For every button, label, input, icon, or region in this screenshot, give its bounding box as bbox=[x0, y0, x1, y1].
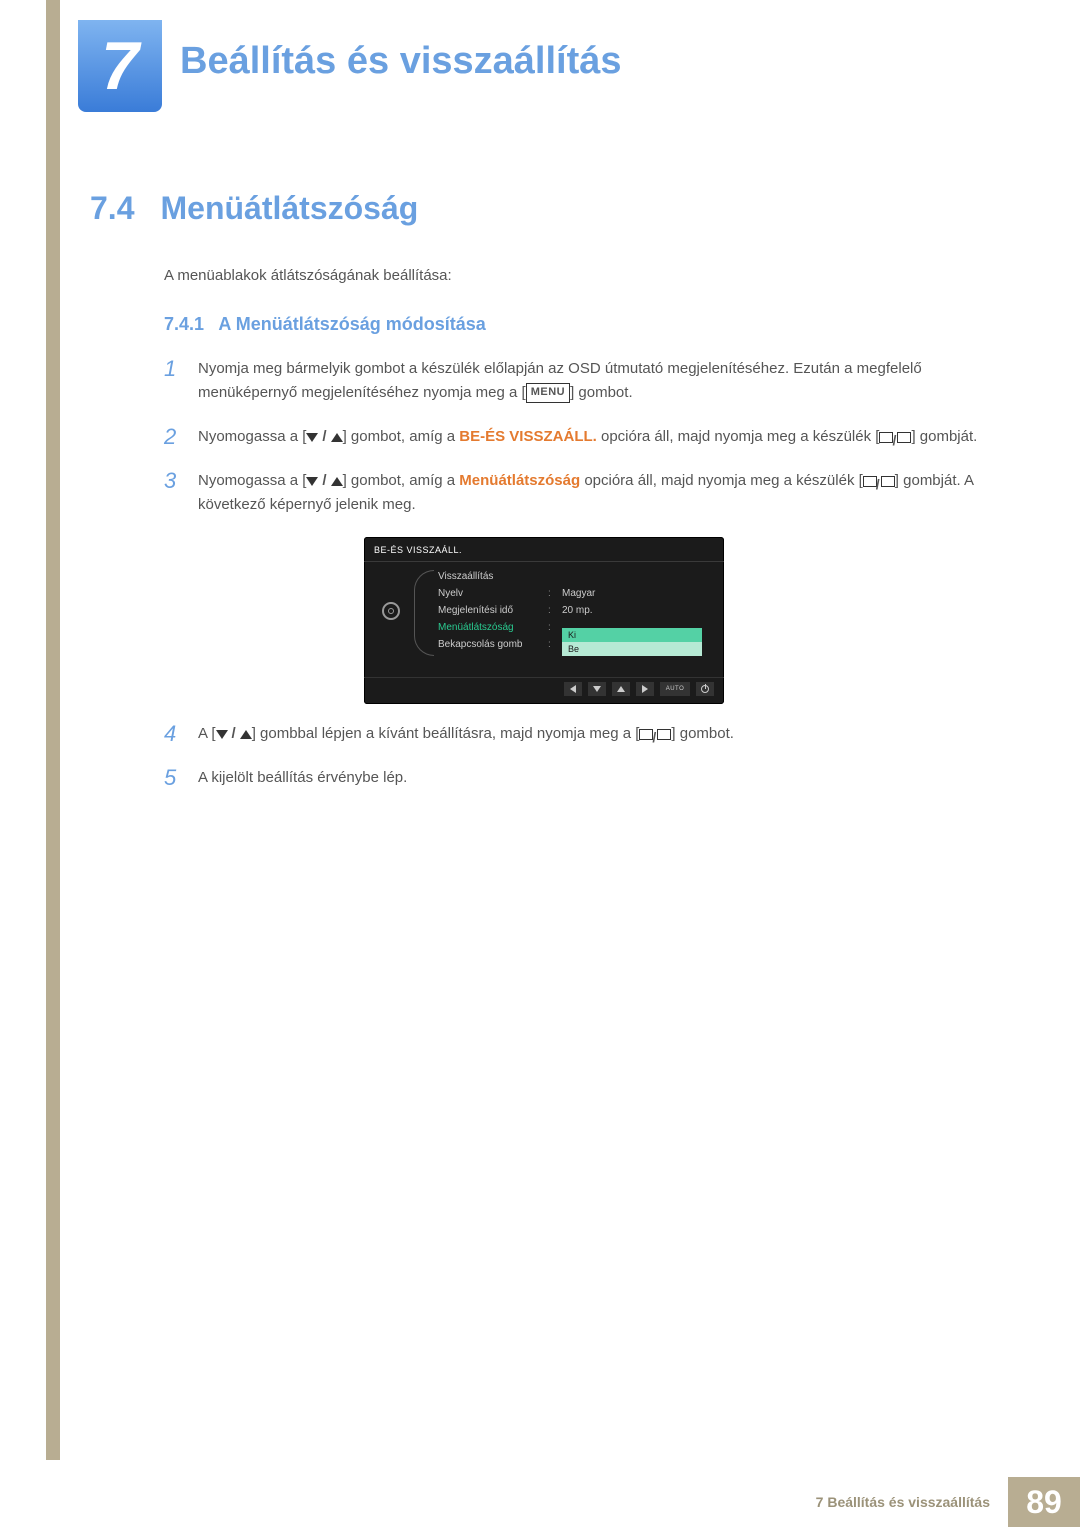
osd-nav-bar: AUTO bbox=[364, 677, 724, 704]
step-number: 3 bbox=[164, 469, 182, 493]
section-number: 7.4 bbox=[90, 190, 134, 227]
footer: 7 Beállítás és visszaállítás 89 bbox=[798, 1477, 1080, 1527]
nav-right-icon bbox=[636, 682, 654, 696]
step-number: 5 bbox=[164, 766, 182, 790]
osd-list: Visszaállítás Nyelv : Magyar Megjeleníté… bbox=[408, 568, 714, 653]
nav-power-icon bbox=[696, 682, 714, 696]
footer-chapter-label: 7 Beállítás és visszaállítás bbox=[798, 1477, 1008, 1527]
step-number: 2 bbox=[164, 425, 182, 449]
osd-title: BE-ÉS VISSZAÁLL. bbox=[364, 537, 724, 562]
down-up-icon: / bbox=[306, 469, 342, 493]
osd-menu: BE-ÉS VISSZAÁLL. Visszaállítás Nyelv : M… bbox=[364, 537, 724, 704]
nav-left-icon bbox=[564, 682, 582, 696]
step-4: 4 A [/] gombbal lépjen a kívánt beállítá… bbox=[164, 722, 1000, 746]
side-stripe bbox=[46, 0, 60, 1460]
nav-auto-button: AUTO bbox=[660, 682, 690, 696]
subsection-title: A Menüátlátszóság módosítása bbox=[218, 314, 485, 334]
osd-row-selected: Menüátlátszóság : Ki Be bbox=[438, 619, 714, 636]
osd-row: Nyelv : Magyar bbox=[438, 585, 714, 602]
step-2: 2 Nyomogassa a [/] gombot, amíg a BE-ÉS … bbox=[164, 425, 1000, 449]
subsection-heading: 7.4.1 A Menüátlátszóság módosítása bbox=[164, 314, 1000, 335]
content: 7.4 Menüátlátszóság A menüablakok átláts… bbox=[90, 190, 1000, 811]
enter-icon: / bbox=[639, 728, 671, 740]
down-up-icon: / bbox=[216, 722, 252, 746]
osd-option-selected: Ki bbox=[562, 628, 702, 642]
nav-down-icon bbox=[588, 682, 606, 696]
subsection-number: 7.4.1 bbox=[164, 314, 204, 334]
step-number: 1 bbox=[164, 357, 182, 381]
chapter-title: Beállítás és visszaállítás bbox=[180, 40, 622, 83]
step-text: Nyomja meg bármelyik gombot a készülék e… bbox=[198, 357, 1000, 405]
step-1: 1 Nyomja meg bármelyik gombot a készülék… bbox=[164, 357, 1000, 405]
steps-list: 1 Nyomja meg bármelyik gombot a készülék… bbox=[164, 357, 1000, 791]
section-title: Menüátlátszóság bbox=[160, 190, 418, 227]
osd-row: Megjelenítési idő : 20 mp. bbox=[438, 602, 714, 619]
osd-dropdown: Ki Be bbox=[562, 628, 702, 656]
step-text: Nyomogassa a [/] gombot, amíg a Menüátlá… bbox=[198, 469, 1000, 517]
highlight-option: Menüátlátszóság bbox=[459, 472, 580, 489]
chapter-number: 7 bbox=[101, 27, 139, 105]
highlight-option: BE-ÉS VISSZAÁLL. bbox=[459, 428, 597, 445]
step-text: Nyomogassa a [/] gombot, amíg a BE-ÉS VI… bbox=[198, 425, 1000, 449]
footer-page-number: 89 bbox=[1008, 1477, 1080, 1527]
down-up-icon: / bbox=[306, 425, 342, 449]
osd-icon-column bbox=[374, 568, 408, 653]
intro-text: A menüablakok átlátszóságának beállítása… bbox=[164, 267, 1000, 284]
step-number: 4 bbox=[164, 722, 182, 746]
step-3: 3 Nyomogassa a [/] gombot, amíg a Menüát… bbox=[164, 469, 1000, 517]
nav-up-icon bbox=[612, 682, 630, 696]
step-text: A [/] gombbal lépjen a kívánt beállításr… bbox=[198, 722, 1000, 746]
step-5: 5 A kijelölt beállítás érvénybe lép. bbox=[164, 766, 1000, 790]
osd-arc-decoration bbox=[414, 570, 434, 656]
osd-option: Be bbox=[562, 642, 702, 656]
enter-icon: / bbox=[863, 475, 895, 487]
enter-icon: / bbox=[879, 431, 911, 443]
menu-button-label: MENU bbox=[526, 383, 570, 403]
osd-body: Visszaállítás Nyelv : Magyar Megjeleníté… bbox=[364, 562, 724, 677]
gear-icon bbox=[382, 602, 400, 620]
chapter-badge: 7 bbox=[78, 20, 162, 112]
section-heading: 7.4 Menüátlátszóság bbox=[90, 190, 1000, 227]
osd-row: Visszaállítás bbox=[438, 568, 714, 585]
step-text: A kijelölt beállítás érvénybe lép. bbox=[198, 766, 1000, 790]
